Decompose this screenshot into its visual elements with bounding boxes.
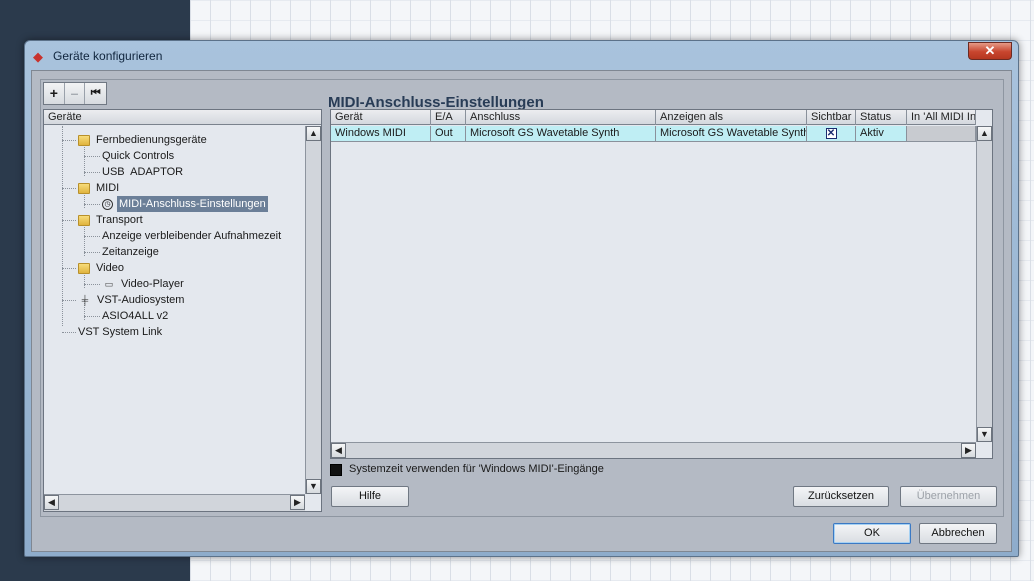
- add-device-button[interactable]: +: [44, 83, 65, 104]
- tree-item-fernbedienungsgeraete[interactable]: Fernbedienungsgeräte: [78, 132, 207, 148]
- tree-item-time-display[interactable]: Zeitanzeige: [102, 244, 159, 260]
- column-header-anzeigen-als[interactable]: Anzeigen als: [656, 110, 807, 125]
- cell-geraet: Windows MIDI: [331, 126, 431, 142]
- app-icon: ◆: [33, 49, 43, 64]
- scroll-down-icon[interactable]: ▼: [977, 427, 992, 442]
- tree-item-asio4all[interactable]: ASIO4ALL v2: [102, 308, 168, 324]
- column-header-sichtbar[interactable]: Sichtbar: [807, 110, 856, 125]
- folder-icon: [78, 262, 90, 274]
- column-header-anschluss[interactable]: Anschluss: [466, 110, 656, 125]
- tree-item-recording-time[interactable]: Anzeige verbleibender Aufnahmezeit: [102, 228, 281, 244]
- scroll-right-icon[interactable]: ▶: [290, 495, 305, 510]
- cell-status: Aktiv: [856, 126, 907, 142]
- column-header-geraet[interactable]: Gerät: [331, 110, 431, 125]
- close-button[interactable]: ✕: [968, 42, 1012, 60]
- tree-connector: [84, 236, 100, 237]
- tree-item-midi-port-settings[interactable]: ◷ MIDI-Anschluss-Einstellungen: [102, 196, 268, 212]
- tree-item-video[interactable]: Video: [78, 260, 124, 276]
- tree-item-label: Video: [96, 262, 124, 274]
- tree-header: Geräte: [44, 110, 321, 125]
- folder-icon: [78, 182, 90, 194]
- tree-toolbar: + – ⏮: [43, 82, 107, 105]
- table-vertical-scrollbar[interactable]: ▲ ▼: [976, 126, 992, 442]
- audio-icon: ╪: [81, 295, 89, 305]
- tree-item-video-player[interactable]: ▭ Video-Player: [102, 276, 184, 292]
- table-row[interactable]: Windows MIDI Out Microsoft GS Wavetable …: [331, 126, 976, 142]
- tree-item-vst-audio-system[interactable]: ╪ VST-Audiosystem: [78, 292, 185, 308]
- visible-checkbox[interactable]: ✕: [825, 128, 837, 139]
- tree-item-label: MIDI-Anschluss-Einstellungen: [117, 196, 268, 212]
- tree-connector: [62, 268, 76, 269]
- ok-button[interactable]: OK: [833, 523, 911, 544]
- device-config-dialog: ◆ Geräte konfigurieren ✕ + – ⏮ MIDI-Ansc…: [24, 40, 1019, 557]
- cell-all-midi-in[interactable]: [907, 126, 976, 142]
- midi-port-table: Gerät E/A Anschluss Anzeigen als Sichtba…: [330, 109, 993, 459]
- tree-vertical-scrollbar[interactable]: ▲ ▼: [305, 126, 321, 494]
- tree-connector: [84, 252, 100, 253]
- scroll-left-icon[interactable]: ◀: [44, 495, 59, 510]
- cancel-button[interactable]: Abbrechen: [919, 523, 997, 544]
- apply-button[interactable]: Übernehmen: [900, 486, 997, 507]
- device-tree: Geräte Fernbedienungsgeräte Quick Contro…: [43, 109, 322, 512]
- tree-connector: [84, 204, 100, 205]
- column-header-all-midi-in[interactable]: In 'All MIDI In: [907, 110, 976, 125]
- window-title: Geräte konfigurieren: [53, 49, 163, 63]
- clock-icon: ◷: [102, 198, 113, 210]
- tree-body: Fernbedienungsgeräte Quick Controls USB …: [44, 126, 305, 494]
- tree-connector: [62, 188, 76, 189]
- column-header-ea[interactable]: E/A: [431, 110, 466, 125]
- tree-item-midi[interactable]: MIDI: [78, 180, 119, 196]
- tree-connector: [84, 316, 100, 317]
- cell-ea: Out: [431, 126, 466, 142]
- tree-item-label: MIDI: [96, 182, 120, 194]
- tree-connector: [62, 140, 76, 141]
- tree-connector: [62, 220, 76, 221]
- cell-anzeigen-als[interactable]: Microsoft GS Wavetable Synth: [656, 126, 807, 142]
- title-bar[interactable]: ◆ Geräte konfigurieren ✕: [25, 41, 1018, 71]
- tree-item-label: ASIO4ALL v2: [102, 310, 169, 322]
- scroll-right-icon[interactable]: ▶: [961, 443, 976, 458]
- tree-connector: [62, 300, 76, 301]
- scroll-up-icon[interactable]: ▲: [306, 126, 321, 141]
- tree-connector: [62, 332, 76, 333]
- tree-item-label: Anzeige verbleibender Aufnahmezeit: [102, 230, 282, 242]
- cell-sichtbar: ✕: [807, 126, 856, 142]
- tree-connector: [62, 126, 63, 326]
- tree-item-label: Video-Player: [121, 278, 184, 290]
- help-button[interactable]: Hilfe: [331, 486, 409, 507]
- tree-connector: [84, 284, 100, 285]
- scroll-left-icon[interactable]: ◀: [331, 443, 346, 458]
- tree-item-label: VST-Audiosystem: [97, 294, 185, 306]
- folder-icon: [78, 134, 90, 146]
- tree-item-label: USB ADAPTOR: [102, 166, 184, 178]
- column-header-status[interactable]: Status: [856, 110, 907, 125]
- scroll-down-icon[interactable]: ▼: [306, 479, 321, 494]
- tree-item-transport[interactable]: Transport: [78, 212, 143, 228]
- reset-button[interactable]: Zurücksetzen: [793, 486, 889, 507]
- tree-item-label: Quick Controls: [102, 150, 175, 162]
- tree-item-label: VST System Link: [78, 326, 163, 338]
- tree-item-label: Transport: [96, 214, 143, 226]
- system-time-checkbox[interactable]: [330, 464, 342, 476]
- tree-item-quick-controls[interactable]: Quick Controls: [102, 148, 174, 164]
- cell-anschluss: Microsoft GS Wavetable Synth: [466, 126, 656, 142]
- system-time-label: Systemzeit verwenden für 'Windows MIDI'-…: [349, 463, 604, 475]
- scroll-up-icon[interactable]: ▲: [977, 126, 992, 141]
- tree-horizontal-scrollbar[interactable]: ◀ ▶: [44, 494, 305, 511]
- tree-item-label: Fernbedienungsgeräte: [96, 134, 207, 146]
- folder-icon: [78, 214, 90, 226]
- tree-connector: [84, 172, 100, 173]
- tree-connector: [84, 156, 100, 157]
- table-horizontal-scrollbar[interactable]: ◀ ▶: [331, 442, 976, 458]
- tree-item-usb-adaptor[interactable]: USB ADAPTOR: [102, 164, 183, 180]
- remove-device-button[interactable]: –: [65, 83, 86, 104]
- reset-device-button[interactable]: ⏮: [85, 83, 106, 104]
- tree-item-label: Zeitanzeige: [102, 246, 159, 258]
- tree-item-vst-system-link[interactable]: VST System Link: [78, 324, 162, 340]
- video-icon: ▭: [104, 279, 114, 289]
- table-header: Gerät E/A Anschluss Anzeigen als Sichtba…: [331, 110, 976, 125]
